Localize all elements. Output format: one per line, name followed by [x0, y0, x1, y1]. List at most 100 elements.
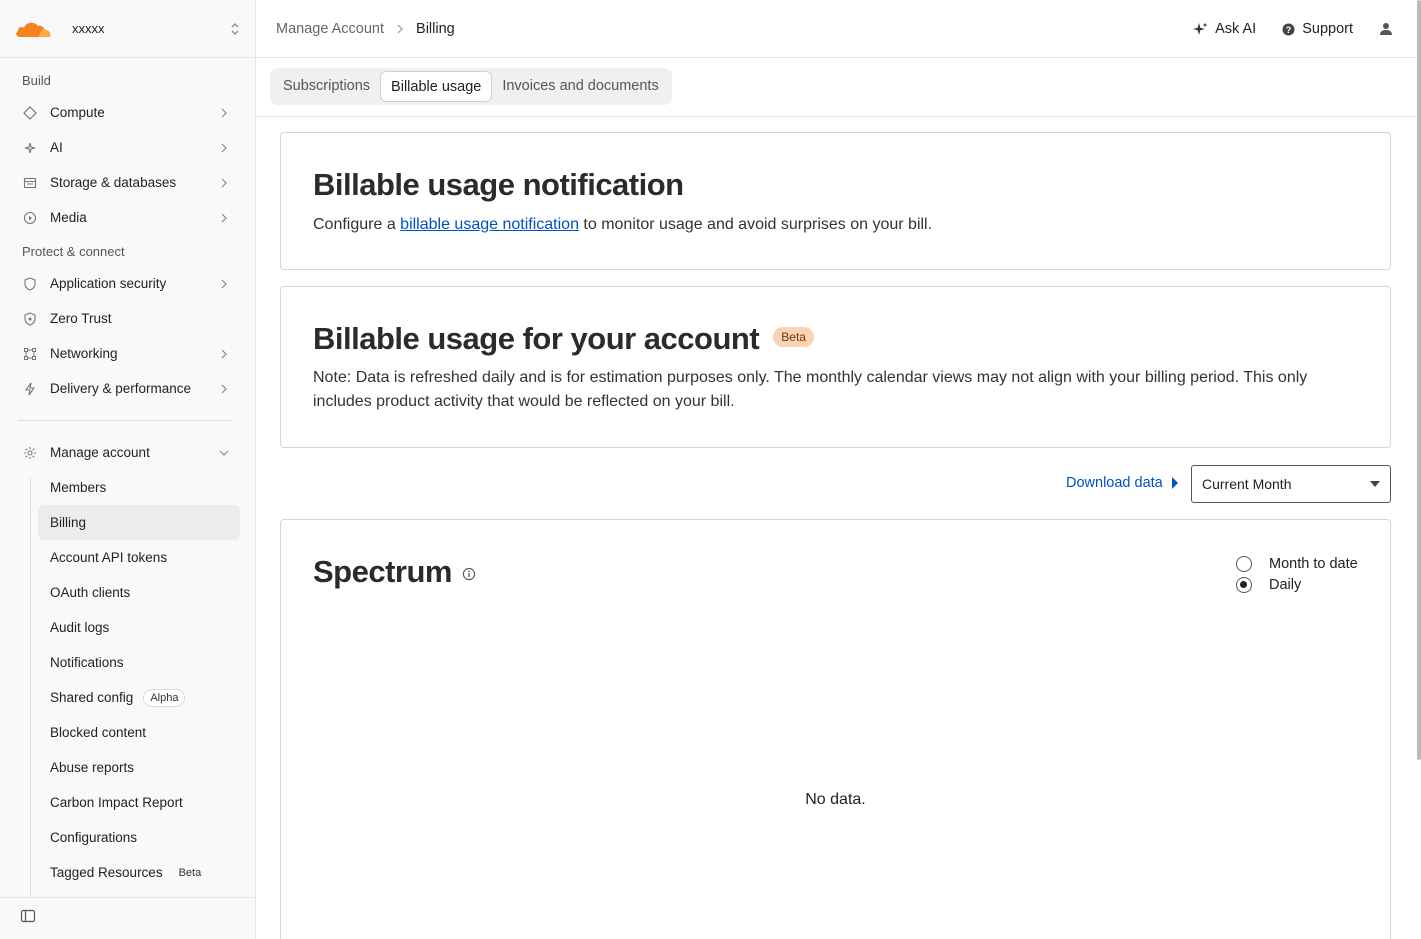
notification-card: Billable usage notification Configure a … [280, 132, 1391, 270]
network-icon [22, 346, 38, 362]
usage-note: Note: Data is refreshed daily and is for… [313, 369, 1308, 410]
chevron-up-down-icon [231, 22, 239, 35]
ask-ai-button[interactable]: Ask AI [1193, 21, 1256, 37]
sidebar-item-tagged-resources[interactable]: Tagged Resources Beta [38, 855, 240, 890]
tab-invoices[interactable]: Invoices and documents [492, 71, 668, 102]
shield-icon [22, 276, 38, 292]
tab-billable-usage[interactable]: Billable usage [380, 71, 493, 102]
top-bar: Manage Account Billing Ask AI ? Support [256, 0, 1421, 58]
sidebar-item-ai[interactable]: AI [0, 130, 255, 165]
chevron-down-icon [219, 450, 229, 456]
gear-icon [22, 445, 38, 461]
sidebar-item-application-security[interactable]: Application security [0, 266, 255, 301]
tree-line [30, 478, 31, 896]
sidebar-item-networking[interactable]: Networking [0, 336, 255, 371]
period-select-value: Current Month [1202, 476, 1292, 492]
info-icon[interactable] [462, 567, 476, 581]
chevron-right-icon [221, 178, 227, 187]
notification-title: Billable usage notification [313, 167, 684, 202]
download-data-button[interactable]: Download data [1066, 475, 1179, 491]
cloudflare-logo-icon [16, 22, 51, 37]
section-title-protect: Protect & connect [22, 244, 125, 259]
sidebar-item-members[interactable]: Members [38, 470, 240, 505]
usage-title-text: Billable usage for your account [313, 321, 760, 356]
sidebar-item-api-tokens[interactable]: Account API tokens [38, 540, 240, 575]
usage-card: Billable usage for your account Beta Not… [280, 286, 1391, 448]
notification-text-after: to monitor usage and avoid surprises on … [578, 216, 933, 233]
beta-badge: Beta [773, 326, 814, 347]
support-label: Support [1302, 21, 1353, 37]
sidebar-item-blocked-content[interactable]: Blocked content [38, 715, 240, 750]
tab-subscriptions[interactable]: Subscriptions [273, 71, 380, 102]
radio-daily[interactable]: Daily [1236, 574, 1358, 595]
page-scrollbar[interactable] [1417, 0, 1421, 760]
sidebar-item-delivery[interactable]: Delivery & performance [0, 371, 255, 406]
notification-link[interactable]: billable usage notification [400, 216, 579, 233]
ask-ai-label: Ask AI [1215, 21, 1257, 37]
database-icon [22, 175, 38, 191]
sidebar-footer [0, 897, 255, 939]
chevron-right-icon [221, 213, 227, 222]
user-icon [1380, 23, 1392, 35]
sidebar-item-billing[interactable]: Billing [38, 505, 240, 540]
sidebar-item-label: Manage account [50, 445, 150, 460]
sidebar-item-label: Media [50, 210, 87, 225]
sidebar-item-label: Networking [50, 346, 118, 361]
period-select[interactable]: Current Month [1191, 465, 1391, 503]
account-name: xxxxx [72, 21, 105, 36]
sidebar-item-label: Compute [50, 105, 105, 120]
lock-shield-icon [22, 311, 38, 327]
user-menu-button[interactable] [1379, 22, 1393, 36]
sidebar-item-oauth-clients[interactable]: OAuth clients [38, 575, 240, 610]
spectrum-title-text: Spectrum [313, 554, 452, 589]
help-circle-icon: ? [1282, 23, 1295, 35]
sidebar-item-label: Zero Trust [50, 311, 112, 326]
sidebar-item-configurations[interactable]: Configurations [38, 820, 240, 855]
support-button[interactable]: ? Support [1282, 21, 1353, 37]
chevron-right-icon [397, 24, 403, 33]
sidebar-item-compute[interactable]: Compute [0, 95, 255, 130]
radio-label: Month to date [1269, 555, 1358, 572]
alpha-badge: Alpha [143, 688, 186, 707]
caret-down-icon [1370, 481, 1380, 487]
sidebar-item-label: Shared config [50, 690, 134, 705]
chevron-right-icon [221, 349, 227, 358]
sidebar-item-zero-trust[interactable]: Zero Trust [0, 301, 255, 336]
section-title-build: Build [22, 73, 51, 88]
breadcrumb-parent[interactable]: Manage Account [276, 21, 384, 37]
sidebar-item-label: Application security [50, 276, 167, 291]
radio-label: Daily [1269, 576, 1302, 593]
play-icon [22, 210, 38, 226]
billing-tabs: Subscriptions Billable usage Invoices an… [270, 68, 672, 105]
sidebar-item-label: Storage & databases [50, 175, 177, 190]
svg-text:?: ? [1286, 24, 1292, 34]
notification-text-before: Configure a [313, 216, 401, 233]
view-radio-group: Month to date Daily [1236, 553, 1358, 595]
sidebar-item-label: Tagged Resources [50, 865, 163, 880]
sidebar-item-audit-logs[interactable]: Audit logs [38, 610, 240, 645]
sidebar-item-manage-account[interactable]: Manage account [0, 435, 255, 470]
sidebar-item-media[interactable]: Media [0, 200, 255, 235]
sidebar-item-label: AI [50, 140, 63, 155]
sidebar-item-abuse-reports[interactable]: Abuse reports [38, 750, 240, 785]
sidebar-item-carbon-impact[interactable]: Carbon Impact Report [38, 785, 240, 820]
sidebar-item-notifications[interactable]: Notifications [38, 645, 240, 680]
sidebar-item-shared-config[interactable]: Shared config Alpha [38, 680, 240, 715]
bolt-icon [22, 381, 38, 397]
sidebar: xxxxx Build Compute AI Storage & databas… [0, 0, 256, 939]
diamond-icon [22, 105, 38, 121]
sidebar-divider [18, 420, 233, 421]
chevron-right-icon [221, 143, 227, 152]
spectrum-card: Spectrum Month to date Daily No data. [280, 519, 1391, 939]
caret-right-icon [1171, 477, 1178, 489]
account-switcher[interactable]: xxxxx [0, 0, 255, 58]
spectrum-title: Spectrum [313, 554, 1358, 590]
download-data-label: Download data [1066, 475, 1163, 491]
beta-badge: Beta [178, 866, 202, 879]
radio-button[interactable] [1236, 576, 1252, 593]
notification-text: Configure a billable usage notification … [313, 213, 1358, 237]
collapse-sidebar-icon[interactable] [20, 908, 36, 929]
radio-button[interactable] [1236, 555, 1252, 572]
sidebar-item-storage[interactable]: Storage & databases [0, 165, 255, 200]
radio-month-to-date[interactable]: Month to date [1236, 553, 1358, 574]
